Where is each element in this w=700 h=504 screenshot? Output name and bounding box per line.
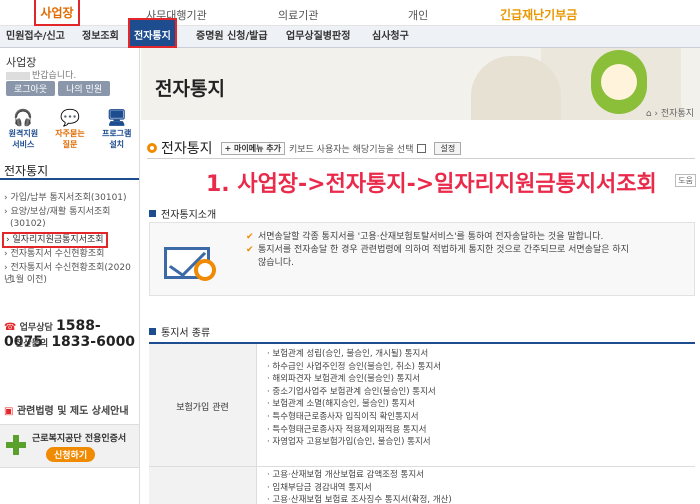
category-cell: 보험가입 관련 xyxy=(149,344,257,470)
magnifier-icon xyxy=(194,259,216,281)
intro-line-3: 않습니다. xyxy=(258,258,294,268)
types-heading: 통지서 종류 xyxy=(149,324,210,339)
menu-complaint[interactable]: 민원접수/신고 xyxy=(6,26,65,48)
sidebar-greeting: 반갑습니다. xyxy=(6,68,76,81)
menu-disease[interactable]: 업무상질병판정 xyxy=(286,26,350,48)
intro-heading: 전자통지소개 xyxy=(149,206,216,221)
remote-support-link[interactable]: 🎧 원격지원 서비스 xyxy=(0,108,47,160)
nav-business[interactable]: 사업장 xyxy=(34,0,80,26)
sidebar-section-title: 전자통지 xyxy=(4,164,49,178)
list-item: 보험관계 성립(승인, 불승인, 개시될) 통지서 xyxy=(267,348,441,361)
top-nav: 사업장 사무대행기관 의료기관 개인 긴급재난기부금 xyxy=(0,0,700,26)
intro-text: 서면송달할 각종 통지서를 '고용·산재보험토탈서비스'를 통하여 전자송달하는… xyxy=(246,231,686,270)
cert-apply-button[interactable]: 신청하기 xyxy=(46,447,96,462)
logout-button[interactable]: 로그아웃 xyxy=(6,81,56,96)
list-item: 중소기업사업주 보험관계 승인(불승인) 통지서 xyxy=(267,386,441,399)
list-item: 특수형태근로종사자 적용제외재적용 통지서 xyxy=(267,424,441,437)
list-item: 특수형태근로종사자 입직이직 확인통지서 xyxy=(267,411,441,424)
add-my-menu-button[interactable]: + 마이메뉴 추가 xyxy=(220,141,285,155)
phone2-label: 전산문의 xyxy=(15,339,49,349)
faq-link[interactable]: 💬 자주묻는 질문 xyxy=(47,108,94,160)
document-icon: ▣ xyxy=(4,406,14,417)
law-link[interactable]: ▣ 관련법령 및 제도 상세안내 xyxy=(4,402,129,417)
list-item: 보험관계 소멸(해지승인, 불승인) 통지서 xyxy=(267,398,441,411)
cert-banner: 근로복지공단 전용인증서 신청하기 xyxy=(0,424,139,468)
category-cell-2 xyxy=(149,467,257,504)
intro-title: 전자통지소개 xyxy=(161,210,217,221)
notice-types-table-2: 고용·산재보험 개산보험료 감액조정 통지서 임채부담금 경감내역 통지서 고용… xyxy=(149,466,695,504)
list-item: 해외파견자 보험관계 승인(불승인) 통지서 xyxy=(267,373,441,386)
sidebar-item-job-subsidy[interactable]: › 일자리지원금통지서조회 xyxy=(2,232,108,248)
list-item: 고용·산재보험 개산보험료 감액조정 통지서 xyxy=(267,469,452,482)
banner-hill xyxy=(471,56,561,120)
types-title: 통지서 종류 xyxy=(161,328,211,339)
phone2-number: 1833-6000 xyxy=(51,334,136,350)
envelope-search-icon xyxy=(164,233,220,287)
monitor-icon: 🖥 xyxy=(106,108,127,127)
sidebar-divider xyxy=(0,178,139,180)
cert-title: 근로복지공단 전용인증서 xyxy=(32,434,127,444)
instruction-overlay: 1. 사업장->전자통지->일자리지원금통지서조회 xyxy=(206,172,657,197)
title-divider xyxy=(147,158,695,159)
headset-icon: 🎧 xyxy=(13,108,34,127)
banner-title: 전자통지 xyxy=(155,78,225,100)
program-label-2: 설치 xyxy=(109,140,125,149)
sidebar-buttons: 로그아웃 나의 민원 xyxy=(6,81,111,96)
list-item: 자영업자 고용보험가입(승인, 불승인) 통지서 xyxy=(267,436,441,449)
circle-icon xyxy=(147,143,157,153)
plus-icon xyxy=(6,435,26,455)
square-bullet-icon xyxy=(149,210,156,217)
phone-it: 전산문의 1833-6000 xyxy=(4,334,138,350)
nav-medical[interactable]: 의료기관 xyxy=(278,7,318,23)
nav-personal[interactable]: 개인 xyxy=(408,7,428,23)
intro-line-2: 통지서를 전자송달 한 경우 관련법령에 의하여 적법하게 통지한 것으로 간주… xyxy=(246,244,686,257)
list-item: 하수급인 사업주인정 승인(불승인, 취소) 통지서 xyxy=(267,361,441,374)
phone1-label: 업무상담 xyxy=(19,323,53,333)
help-button[interactable]: 도움 xyxy=(675,174,696,187)
list-item: 임채부담금 경감내역 통지서 xyxy=(267,482,452,495)
nav-emergency[interactable]: 긴급재난기부금 xyxy=(500,6,577,23)
faq-label-2: 질문 xyxy=(62,140,78,149)
list-item: 고용·산재보험 보험료 조사징수 통지서(확정, 개산) xyxy=(267,494,451,504)
menu-info[interactable]: 정보조회 xyxy=(82,26,119,48)
chat-icon: 💬 xyxy=(60,108,80,127)
category-list-2: 고용·산재보험 개산보험료 감액조정 통지서 임채부담금 경감내역 통지서 고용… xyxy=(267,469,452,504)
page-banner: 전자통지 xyxy=(141,48,700,120)
sidebar-item-receipt-status-old-2[interactable]: 1월 이전) xyxy=(10,274,47,286)
menu-review[interactable]: 심사청구 xyxy=(372,26,409,48)
main-content: 전자통지 ⌂ › 전자통지 전자통지 + 마이메뉴 추가 키보드 사용자는 해당… xyxy=(141,48,700,504)
sidebar-item-pay-notice[interactable]: › 가입/납부 통지서조회(30101) xyxy=(4,192,127,204)
sidebar-item-care-notice[interactable]: › 요양/보상/재활 통지서조회 xyxy=(4,206,110,218)
square-bullet-icon xyxy=(149,328,156,335)
page-title: 전자통지 xyxy=(161,141,213,157)
menu-e-notice[interactable]: 전자통지 xyxy=(128,18,177,48)
menu-certificate[interactable]: 증명원 신청/발급 xyxy=(196,26,268,48)
sidebar-item-receipt-status[interactable]: › 전자통지서 수신현황조회 xyxy=(4,248,104,260)
masked-name xyxy=(6,71,30,80)
mascot-illustration xyxy=(591,50,647,114)
page-header: 전자통지 + 마이메뉴 추가 키보드 사용자는 해당기능을 선택 설정 xyxy=(147,138,462,158)
phone-icon: ☎ xyxy=(4,322,17,333)
intro-box: 서면송달할 각종 통지서를 '고용·산재보험토탈서비스'를 통하여 전자송달하는… xyxy=(149,222,695,296)
remote-label-2: 서비스 xyxy=(12,140,35,149)
breadcrumb: ⌂ › 전자통지 xyxy=(645,109,694,119)
faq-label-1: 자주묻는 xyxy=(55,129,85,138)
program-label-1: 프로그램 xyxy=(101,129,132,138)
category-list: 보험관계 성립(승인, 불승인, 개시될) 통지서 하수급인 사업주인정 승인(… xyxy=(267,348,441,449)
law-label: 관련법령 및 제도 상세안내 xyxy=(16,406,129,417)
quick-icons: 🎧 원격지원 서비스 💬 자주묻는 질문 🖥 프로그램 설치 xyxy=(0,108,140,160)
my-minwon-button[interactable]: 나의 민원 xyxy=(58,81,111,96)
sidebar: 사업장 반갑습니다. 로그아웃 나의 민원 🎧 원격지원 서비스 💬 자주묻는 … xyxy=(0,48,140,504)
settings-button[interactable]: 설정 xyxy=(434,141,462,155)
program-install-link[interactable]: 🖥 프로그램 설치 xyxy=(93,108,140,160)
notice-types-table: 보험가입 관련 보험관계 성립(승인, 불승인, 개시될) 통지서 하수급인 사… xyxy=(149,342,695,470)
main-menu: 민원접수/신고 정보조회 전자통지 증명원 신청/발급 업무상질병판정 심사청구 xyxy=(0,18,700,48)
keyboard-checkbox[interactable] xyxy=(417,143,427,153)
sidebar-item-care-notice-code[interactable]: (30102) xyxy=(10,218,46,230)
remote-label-1: 원격지원 xyxy=(8,129,39,138)
intro-line-1: 서면송달할 각종 통지서를 '고용·산재보험토탈서비스'를 통하여 전자송달하는… xyxy=(246,231,686,244)
greeting-text: 반갑습니다. xyxy=(32,71,77,81)
keyboard-note: 키보드 사용자는 해당기능을 선택 xyxy=(288,144,414,155)
